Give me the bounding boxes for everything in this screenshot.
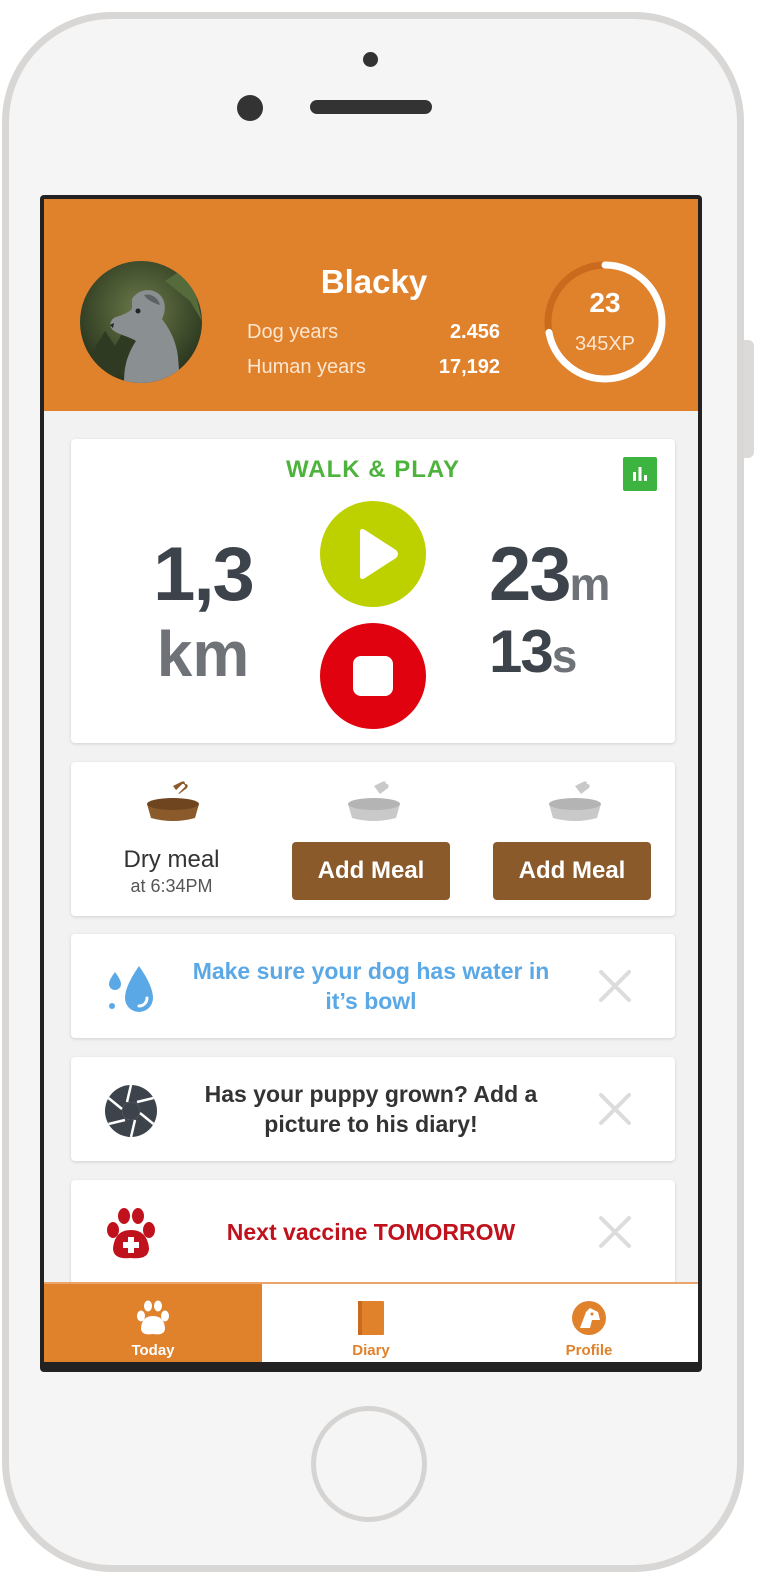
meal-slot-2: Add Meal [272,762,473,916]
walk-card: WALK & PLAY 1,3 km 23m 13s [71,439,675,743]
water-drop-icon [109,966,153,1012]
time-seconds: 13s [489,617,577,686]
screen: Blacky Dog years 2.456 Human years 17,19… [40,195,702,1372]
meal-time: at 6:34PM [130,876,213,896]
bar-chart-icon [633,467,647,481]
tab-bar: Today Diary Profile [44,1282,698,1362]
home-button[interactable] [311,1406,427,1522]
food-bowl-icon [348,781,400,821]
front-camera [363,52,378,67]
water-reminder-text: Make sure your dog has water in it’s bow… [192,958,550,1014]
add-meal-button[interactable]: Add Meal [493,842,651,900]
dog-years-label: Dog years [247,321,339,343]
paw-medical-icon [107,1208,155,1259]
human-years-value: 17,192 [438,356,500,378]
tab-today[interactable]: Today [44,1284,262,1362]
paw-icon [137,1300,169,1335]
meals-card: Dry meal at 6:34PM Add Meal Add Meal [71,762,675,916]
tab-diary[interactable]: Diary [262,1284,480,1362]
tab-profile[interactable]: Profile [480,1284,698,1362]
time-minutes: 23m [489,531,610,618]
meal-name: Dry meal [123,846,220,873]
walk-title: WALK & PLAY [285,456,461,483]
level-value: 23 [589,287,621,318]
play-icon [360,528,398,580]
camera-shutter-icon [105,1084,157,1138]
stop-icon [353,656,393,696]
play-button[interactable] [320,501,426,607]
side-button [744,340,754,458]
seconds-value: 13 [489,618,554,685]
tab-diary-label: Diary [352,1342,390,1359]
food-bowl-icon [147,781,199,821]
meal-slot-1: Dry meal at 6:34PM [71,762,272,916]
photo-reminder-card[interactable]: Has your puppy grown? Add a picture to h… [71,1057,675,1161]
vaccine-reminder-text: Next vaccine TOMORROW [226,1219,516,1245]
earpiece-speaker [310,100,432,114]
xp-value: 345XP [574,333,636,355]
tab-profile-label: Profile [565,1342,613,1359]
xp-progress-ring [544,261,666,383]
human-years-label: Human years [247,356,366,378]
vaccine-reminder-card[interactable]: Next vaccine TOMORROW [71,1180,675,1284]
distance-value: 1,3 [153,532,255,617]
minutes-value: 23 [489,532,572,617]
meal-slot-3: Add Meal [473,762,674,916]
seconds-unit: s [551,630,578,682]
profile-header: Blacky Dog years 2.456 Human years 17,19… [44,199,698,411]
distance-unit: km [156,618,250,690]
dog-name: Blacky [320,263,428,300]
photo-reminder-text: Has your puppy grown? Add a picture to h… [204,1081,538,1137]
avatar[interactable] [80,261,202,383]
tab-today-label: Today [131,1342,175,1359]
proximity-sensor [237,95,263,121]
close-icon[interactable] [597,968,633,1004]
water-reminder-card[interactable]: Make sure your dog has water in it’s bow… [71,934,675,1038]
close-icon[interactable] [597,1091,633,1127]
stats-button[interactable] [623,457,657,491]
book-icon [358,1301,384,1335]
dog-years-value: 2.456 [449,321,500,343]
minutes-unit: m [569,558,611,610]
close-icon[interactable] [597,1214,633,1250]
app-screen: Blacky Dog years 2.456 Human years 17,19… [44,199,698,1362]
add-meal-button[interactable]: Add Meal [292,842,450,900]
dog-head-icon [572,1301,606,1335]
food-bowl-icon [549,781,601,821]
stop-button[interactable] [320,623,426,729]
